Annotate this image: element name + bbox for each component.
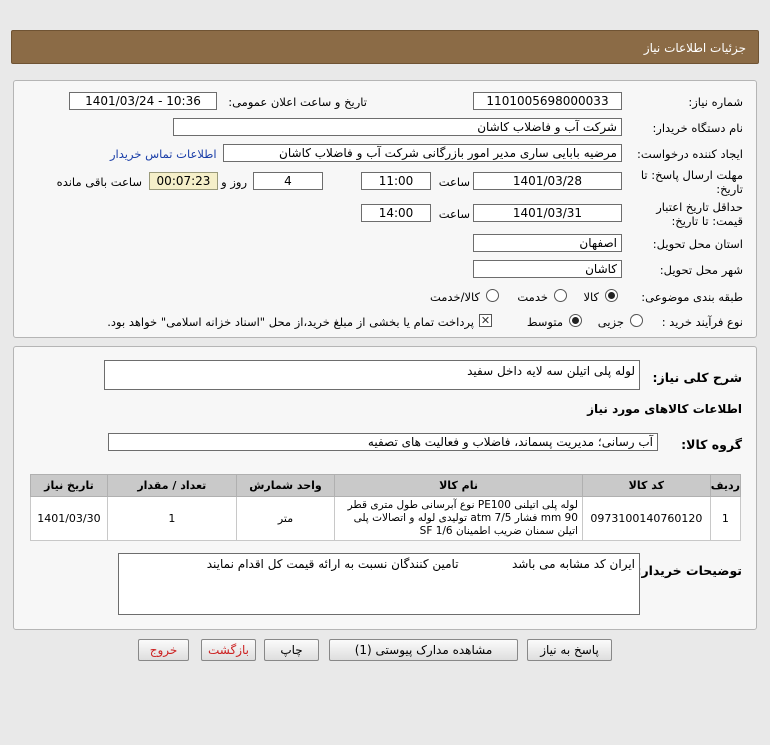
creator-label: ایجاد کننده درخواست: (637, 147, 743, 161)
page-header: جزئیات اطلاعات نیاز (11, 30, 759, 64)
category-option-service: خدمت (517, 290, 548, 304)
treasury-payment-checkbox[interactable]: ✕ (479, 314, 492, 327)
goods-table: تاریخ نیاز تعداد / مقدار واحد شمارش نام … (30, 474, 742, 541)
deadline-label-date: تاریخ: (716, 182, 743, 196)
province-label: استان محل تحویل: (652, 237, 743, 251)
col-row: ردیف (709, 474, 742, 497)
description-field: لوله پلی اتیلن سه لایه داخل سفید (104, 360, 640, 390)
buyer-notes-field: ایران کد مشابه می باشد تامین کنندگان نسب… (118, 553, 640, 615)
validity-label: حداقل تاریخ اعتبار (656, 200, 743, 214)
province-field: اصفهان (473, 234, 622, 252)
process-radio-medium[interactable] (569, 314, 582, 327)
days-remaining-field: 4 (253, 172, 323, 190)
validity-time-label: ساعت (438, 207, 470, 221)
city-field: کاشان (473, 260, 622, 278)
process-radio-minor[interactable] (630, 314, 643, 327)
announce-datetime-field: 1401/03/24 - 10:36 (69, 92, 217, 110)
col-goods-code: کد کالا (581, 474, 711, 497)
process-option-medium: متوسط (526, 315, 563, 329)
category-option-goods: کالا (583, 290, 599, 304)
goods-group-field: آب رسانی؛ مدیریت پسماند، فاضلاب و فعالیت… (108, 433, 658, 451)
buyer-org-field: شرکت آب و فاضلاب کاشان (173, 118, 622, 136)
category-radio-goods-service[interactable] (486, 289, 499, 302)
cell-goods-name: لوله پلی اتیلنی PE100 نوع آبرسانی طول مت… (334, 496, 583, 541)
validity-time-field: 14:00 (361, 204, 431, 222)
cell-row: 1 (709, 496, 742, 541)
cell-unit: متر (235, 496, 336, 541)
goods-group-label: گروه کالا: (681, 437, 742, 452)
table-row: 1401/03/30 1 متر لوله پلی اتیلنی PE100 ن… (30, 496, 742, 541)
need-number-label: شماره نیاز: (688, 95, 743, 109)
deadline-time-field: 11:00 (361, 172, 431, 190)
city-label: شهر محل تحویل: (659, 263, 743, 277)
need-number-field: 1101005698000033 (473, 92, 622, 110)
process-option-minor: جزیی (597, 315, 624, 329)
col-quantity: تعداد / مقدار (106, 474, 237, 497)
category-radio-service[interactable] (554, 289, 567, 302)
exit-button[interactable]: خروج (138, 639, 189, 661)
view-attachments-button[interactable]: مشاهده مدارک پیوستی (1) (329, 639, 518, 661)
page-title: جزئیات اطلاعات نیاز (643, 41, 746, 55)
cell-quantity: 1 (106, 496, 237, 541)
buyer-notes-label: توضیحات خریدار: (636, 563, 742, 578)
print-button[interactable]: چاپ (264, 639, 319, 661)
col-goods-name: نام کالا (334, 474, 583, 497)
col-need-date: تاریخ نیاز (30, 474, 108, 497)
col-unit: واحد شمارش (235, 474, 336, 497)
reply-button[interactable]: پاسخ به نیاز (527, 639, 612, 661)
goods-info-title: اطلاعات کالاهای مورد نیاز (587, 402, 742, 416)
cell-goods-code: 0973100140760120 (581, 496, 711, 541)
category-radio-goods[interactable] (605, 289, 618, 302)
validity-date-field: 1401/03/31 (473, 204, 622, 222)
back-button[interactable]: بازگشت (201, 639, 256, 661)
category-label: طبقه بندی موضوعی: (641, 290, 743, 304)
buyer-org-label: نام دستگاه خریدار: (652, 121, 743, 135)
deadline-time-label: ساعت (438, 175, 470, 189)
validity-label-date: قیمت: تا تاریخ: (671, 214, 743, 228)
buyer-contact-link[interactable]: اطلاعات تماس خریدار (110, 147, 217, 161)
table-header-row: تاریخ نیاز تعداد / مقدار واحد شمارش نام … (30, 474, 742, 497)
process-label: نوع فرآیند خرید : (661, 315, 743, 329)
remaining-time-label: ساعت باقی مانده (56, 175, 142, 189)
announce-label: تاریخ و ساعت اعلان عمومی: (228, 95, 367, 109)
cell-need-date: 1401/03/30 (30, 496, 108, 541)
days-label: روز و (221, 175, 247, 189)
creator-field: مرضیه بابایی ساری مدیر امور بازرگانی شرک… (223, 144, 622, 162)
deadline-date-field: 1401/03/28 (473, 172, 622, 190)
category-option-goods-service: کالا/خدمت (429, 290, 480, 304)
deadline-label: مهلت ارسال پاسخ: تا (640, 168, 743, 182)
remaining-time-field: 00:07:23 (149, 172, 218, 190)
description-label: شرح کلی نیاز: (652, 370, 742, 385)
treasury-payment-note: پرداخت تمام یا بخشی از مبلغ خرید،از محل … (107, 315, 474, 329)
